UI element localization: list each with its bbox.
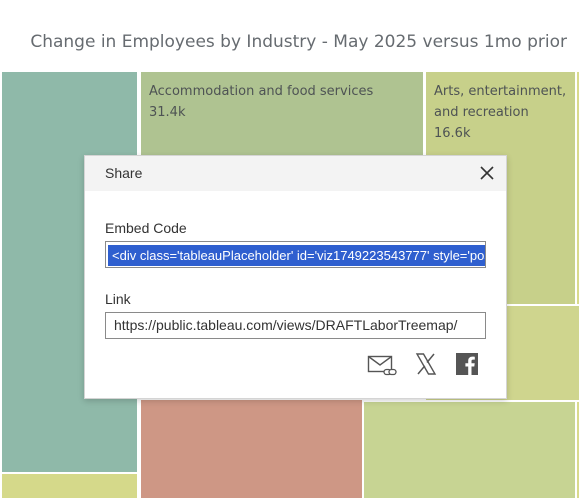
chart-title: Change in Employees by Industry - May 20… (30, 32, 567, 52)
link-label: Link (105, 291, 131, 307)
x-twitter-icon[interactable] (414, 352, 438, 376)
embed-code-label: Embed Code (105, 220, 187, 236)
treemap-tile-right-sliver-bottom[interactable] (575, 400, 581, 500)
embed-code-field[interactable]: <div class='tableauPlaceholder' id='viz1… (105, 241, 486, 268)
dialog-header: Share (85, 156, 506, 191)
tile-value: 16.6k (434, 126, 471, 141)
share-dialog: Share Embed Code <div class='tableauPlac… (84, 155, 507, 399)
treemap-tile-salmon[interactable] (139, 398, 364, 500)
tile-label: Accommodation and food services (149, 84, 374, 99)
embed-code-value[interactable]: <div class='tableauPlaceholder' id='viz1… (108, 245, 485, 266)
tile-label-line2: and recreation (434, 105, 529, 120)
treemap-tile-bottom-left[interactable] (0, 472, 139, 500)
treemap-tile-light-green[interactable] (362, 400, 577, 500)
link-field[interactable]: https://public.tableau.com/views/DRAFTLa… (105, 312, 486, 339)
facebook-icon[interactable] (455, 352, 479, 376)
dialog-title: Share (105, 165, 143, 181)
close-icon[interactable] (476, 162, 498, 184)
tile-label: Arts, entertainment, (434, 84, 567, 99)
treemap-tile-right-sliver-top[interactable] (575, 70, 581, 306)
email-link-icon[interactable] (367, 352, 399, 378)
tile-value: 31.4k (149, 105, 186, 120)
